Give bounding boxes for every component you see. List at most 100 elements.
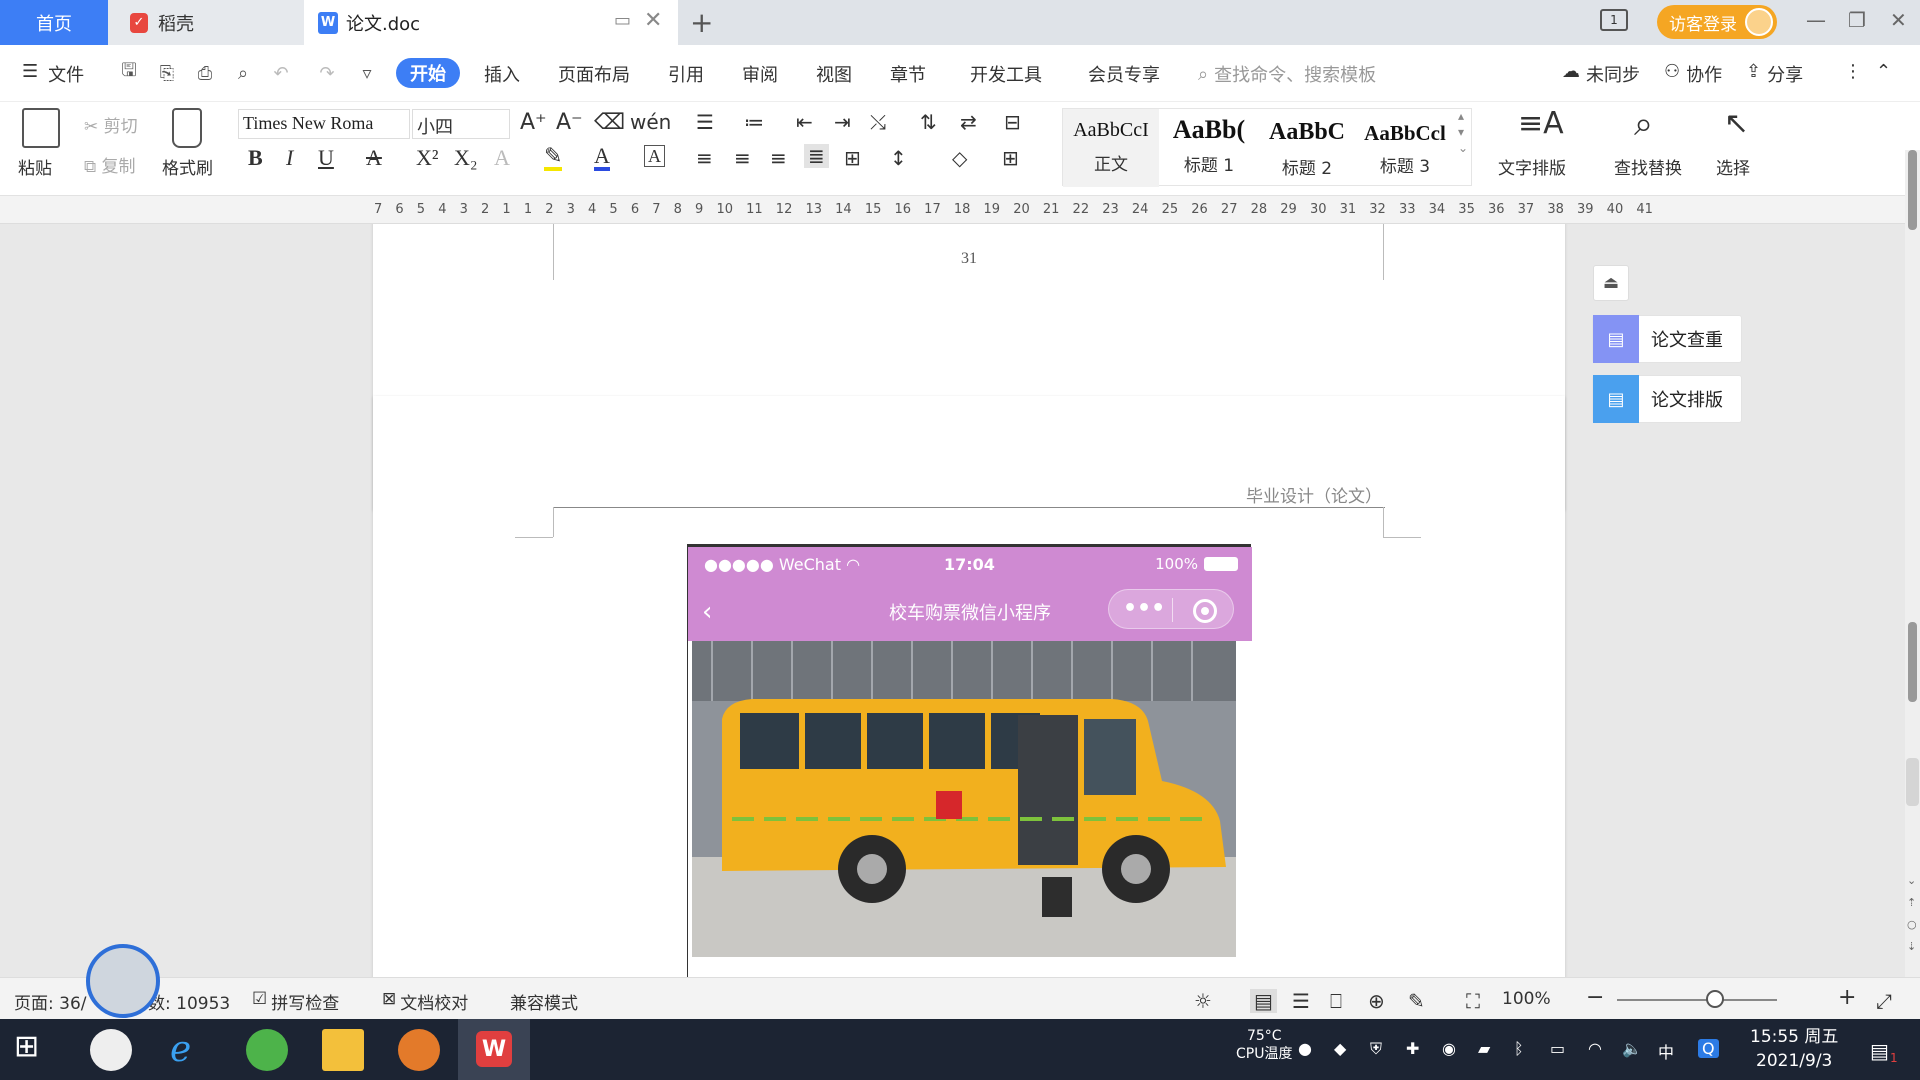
pen-icon[interactable]: ✎ xyxy=(1408,989,1425,1013)
file-menu[interactable]: ☰ 文件 xyxy=(22,61,84,87)
file-explorer-icon[interactable] xyxy=(322,1029,364,1071)
embedded-screenshot[interactable]: ●●●●● WeChat ◠ 17:04 100% ‹ 校车购票微信小程序 ••… xyxy=(687,544,1252,977)
cut-button[interactable]: ✂ 剪切 xyxy=(84,112,138,137)
menu-developer[interactable]: 开发工具 xyxy=(970,61,1042,87)
superscript-icon[interactable]: X² xyxy=(416,145,438,171)
zoom-level[interactable]: 100% xyxy=(1502,989,1551,1009)
show-marks-icon[interactable]: ⊟ xyxy=(1004,110,1021,134)
tray-app-icon[interactable]: ◆ xyxy=(1334,1039,1346,1058)
guest-login-button[interactable]: 访客登录 xyxy=(1657,5,1777,39)
app-fan-icon[interactable] xyxy=(90,1029,132,1071)
360-browser-icon[interactable] xyxy=(246,1029,288,1071)
bluetooth-icon[interactable]: ᛒ xyxy=(1514,1039,1524,1058)
redo-icon[interactable]: ↷ xyxy=(316,62,338,84)
reading-view-icon[interactable]: ⎕ xyxy=(1330,989,1342,1013)
page-indicator[interactable]: 页面: 36/ xyxy=(14,989,87,1014)
wps-taskbar-button[interactable]: W xyxy=(458,1019,530,1080)
spell-check-button[interactable]: ☑ 拼写检查 xyxy=(252,989,339,1014)
wifi-icon[interactable]: ◠ xyxy=(1588,1039,1602,1058)
style-heading-1[interactable]: AaBb( 标题 1 xyxy=(1161,109,1257,187)
volume-icon[interactable]: 🔈 xyxy=(1622,1039,1642,1058)
horizontal-ruler[interactable]: 7 6 5 4 3 2 1 1 2 3 4 5 6 7 8 9 10 11 12… xyxy=(0,196,1920,224)
doc-proof-button[interactable]: ⊠ 文档校对 xyxy=(382,989,468,1014)
save-icon[interactable]: 🖫 xyxy=(118,60,140,84)
print-preview-icon[interactable]: ⌕ xyxy=(232,62,254,84)
style-heading-3[interactable]: AaBbCcl 标题 3 xyxy=(1357,109,1453,187)
menu-insert[interactable]: 插入 xyxy=(484,61,520,87)
menu-chapter[interactable]: 章节 xyxy=(890,61,926,87)
panel-collapse-icon[interactable]: ⏏ xyxy=(1593,265,1629,301)
scroll-thumb[interactable] xyxy=(1908,150,1917,230)
bullet-list-icon[interactable]: ☰ xyxy=(696,110,714,134)
grow-font-icon[interactable]: A⁺ xyxy=(520,110,547,135)
layout-toggle-icon[interactable]: 1 xyxy=(1600,9,1628,31)
system-clock[interactable]: 15:55 周五 2021/9/3 xyxy=(1750,1025,1838,1073)
text-effect-icon[interactable]: A xyxy=(494,145,510,171)
tab-daoke[interactable]: ✓ 稻壳 xyxy=(108,0,304,45)
align-center-icon[interactable]: ≡ xyxy=(734,146,751,170)
minimize-icon[interactable]: — xyxy=(1806,8,1826,32)
styles-scroll-icon[interactable]: ▴ ▾ ⌄ xyxy=(1458,108,1468,156)
collab-button[interactable]: ⚇ 协作 xyxy=(1664,61,1722,87)
paste-icon[interactable] xyxy=(22,108,60,148)
find-replace-icon[interactable]: ⌕ xyxy=(1634,104,1653,144)
zoom-slider-handle[interactable] xyxy=(1706,990,1724,1008)
text-layout-icon[interactable]: ≡A xyxy=(1518,106,1564,141)
restore-icon[interactable]: ❐ xyxy=(1848,8,1866,32)
align-right-icon[interactable]: ≡ xyxy=(770,146,787,170)
menu-page-layout[interactable]: 页面布局 xyxy=(558,61,630,87)
new-tab-button[interactable]: + xyxy=(690,6,713,39)
char-border-icon[interactable]: A xyxy=(644,145,665,167)
subscript-icon[interactable]: X₂ xyxy=(454,145,478,171)
command-search[interactable]: ⌕ 查找命令、搜索模板 xyxy=(1198,61,1376,87)
page-view-icon[interactable]: ▤ xyxy=(1250,989,1277,1013)
format-painter-label[interactable]: 格式刷 xyxy=(162,154,213,179)
select-label[interactable]: 选择 xyxy=(1716,154,1750,179)
shrink-font-icon[interactable]: A⁻ xyxy=(556,110,583,135)
font-size-select[interactable]: 小四 xyxy=(412,109,510,139)
windows-start-icon[interactable]: ⊞ xyxy=(14,1029,56,1071)
export-icon[interactable]: ⎘ xyxy=(156,62,178,84)
print-icon[interactable]: ⎙ xyxy=(194,62,216,84)
zoom-out-icon[interactable]: − xyxy=(1586,985,1604,1010)
qq-icon[interactable]: Q xyxy=(1698,1039,1719,1058)
undo-icon[interactable]: ↶ xyxy=(270,62,292,84)
zoom-slider[interactable] xyxy=(1617,999,1777,1001)
sort-icon[interactable]: ⇅ xyxy=(920,110,937,134)
media-app-icon[interactable] xyxy=(398,1029,440,1071)
underline-icon[interactable]: U xyxy=(318,145,334,171)
collapse-ribbon-icon[interactable]: ⌃ xyxy=(1876,61,1891,82)
assistant-avatar-icon[interactable] xyxy=(86,944,160,1018)
more-options-icon[interactable]: ⋮ xyxy=(1844,61,1862,82)
numbered-list-icon[interactable]: ≔ xyxy=(744,110,764,134)
shield-icon[interactable]: ⛨ xyxy=(1370,1039,1382,1059)
borders-icon[interactable]: ⊞ xyxy=(1002,146,1019,170)
find-replace-label[interactable]: 查找替换 xyxy=(1614,154,1682,179)
increase-indent-icon[interactable]: ⇥ xyxy=(834,110,851,134)
align-left-icon[interactable]: ≡ xyxy=(696,146,713,170)
font-name-select[interactable]: Times New Roma xyxy=(238,109,410,139)
transform-icon[interactable]: ⇄ xyxy=(960,110,977,134)
justify-icon[interactable]: ≣ xyxy=(804,144,829,168)
battery-icon[interactable]: ▭ xyxy=(1550,1039,1565,1058)
tray-app-icon[interactable]: ◉ xyxy=(1442,1039,1456,1058)
cpu-temp[interactable]: 75°C CPU温度 xyxy=(1236,1027,1292,1063)
select-cursor-icon[interactable]: ↖ xyxy=(1724,106,1749,141)
menu-review[interactable]: 审阅 xyxy=(742,61,778,87)
italic-icon[interactable]: I xyxy=(286,145,293,171)
close-tab-icon[interactable]: ✕ xyxy=(644,8,662,33)
font-color-icon[interactable]: A xyxy=(594,145,610,171)
menu-start[interactable]: 开始 xyxy=(396,58,460,88)
vertical-scrollbar[interactable]: ⌄ ⇡ ○ ⇣ xyxy=(1905,150,1920,977)
text-direction-icon[interactable]: ⤯ xyxy=(870,110,886,134)
format-painter-icon[interactable] xyxy=(172,108,202,148)
decrease-indent-icon[interactable]: ⇤ xyxy=(796,110,813,134)
zoom-in-icon[interactable]: + xyxy=(1838,985,1856,1010)
page-nav-icons[interactable]: ⌄ ⇡ ○ ⇣ xyxy=(1907,870,1917,958)
document-page[interactable]: 毕业设计（论文） ●●●●● WeChat ◠ 17:04 100% ‹ 校车购… xyxy=(373,396,1565,977)
phonetic-guide-icon[interactable]: wén xyxy=(630,110,671,134)
tab-home[interactable]: 首页 xyxy=(0,0,108,45)
close-window-icon[interactable]: ✕ xyxy=(1890,8,1907,32)
menu-references[interactable]: 引用 xyxy=(668,61,704,87)
menu-view[interactable]: 视图 xyxy=(816,61,852,87)
